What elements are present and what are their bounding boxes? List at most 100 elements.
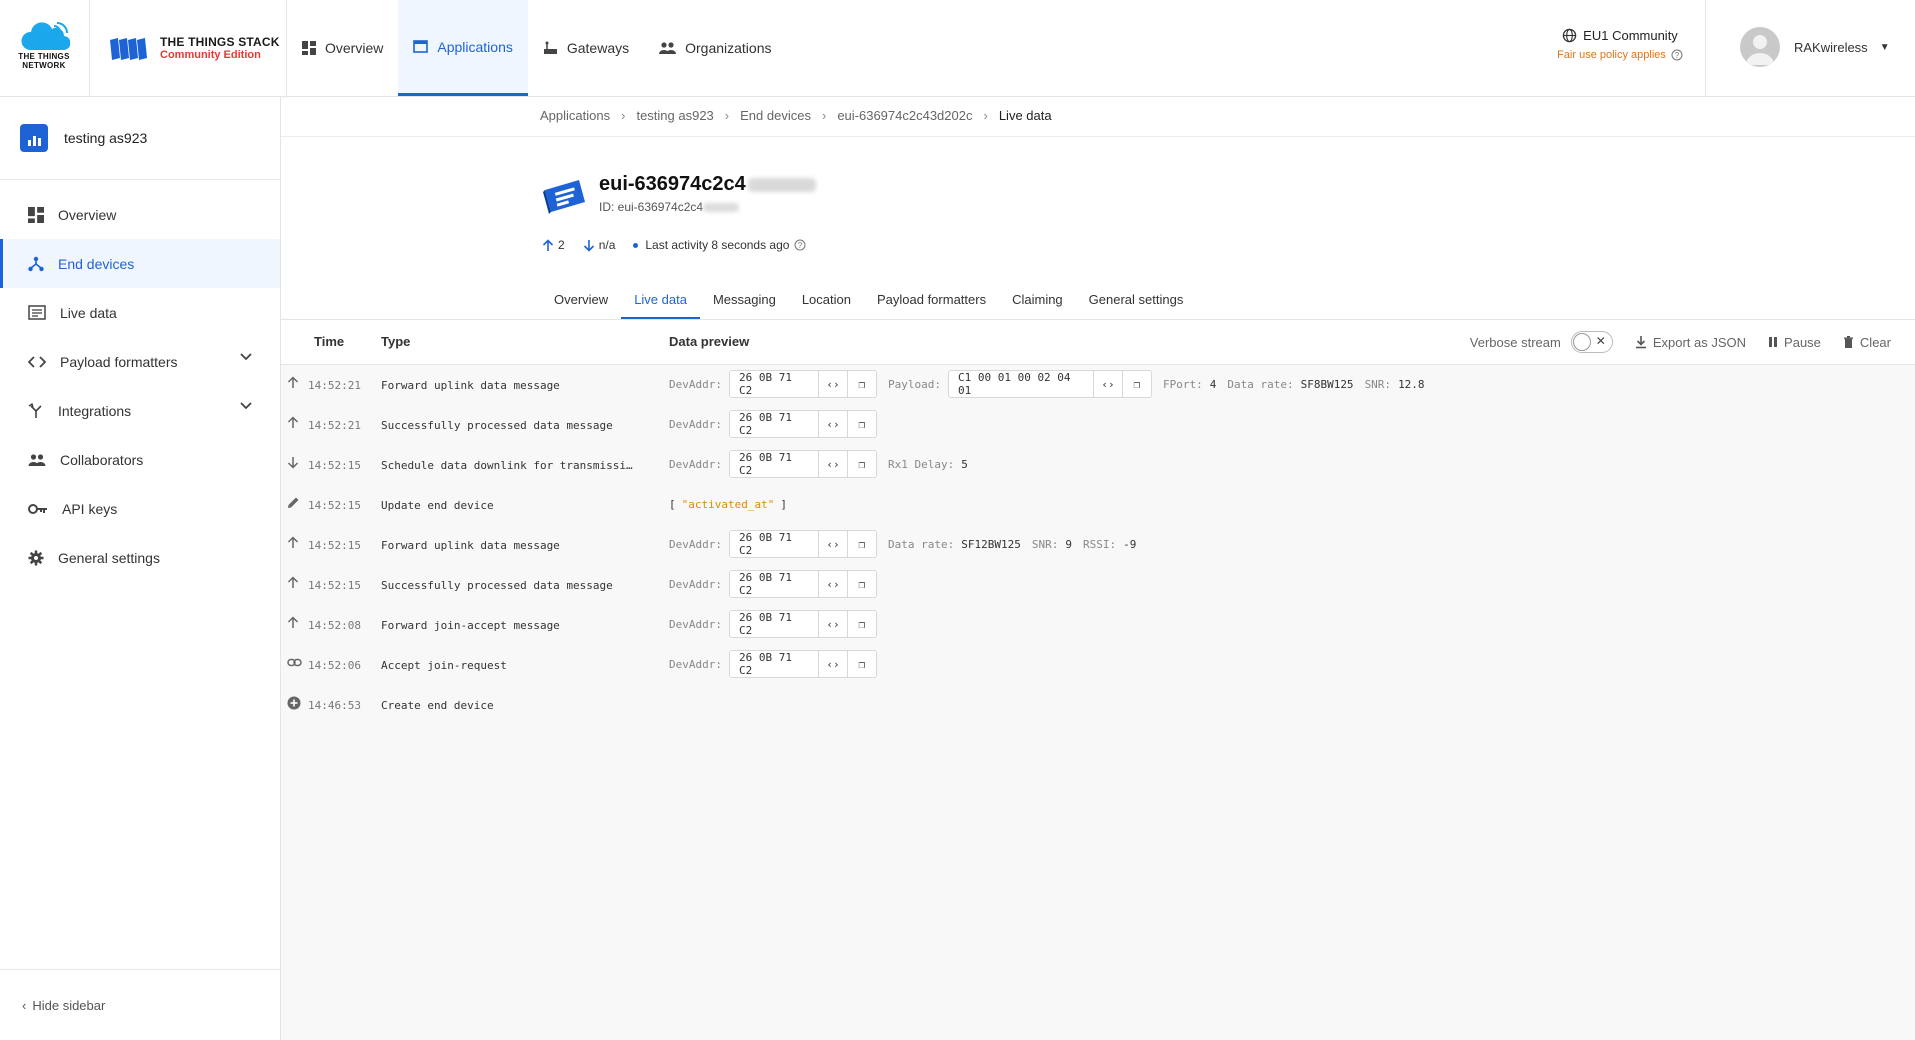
sidebar-item-collaborators[interactable]: Collaborators [0, 435, 280, 484]
event-row[interactable]: 14:52:15 Update end device [ "activated_… [281, 484, 1915, 524]
nav-gateways[interactable]: Gateways [528, 0, 644, 96]
arrow-up-icon [287, 576, 299, 588]
event-row[interactable]: 14:52:21 Successfully processed data mes… [281, 404, 1915, 444]
device-board-icon [543, 180, 585, 214]
event-row[interactable]: 14:52:15 Successfully processed data mes… [281, 564, 1915, 604]
breadcrumb-end-devices[interactable]: End devices [740, 108, 811, 123]
hide-sidebar-button[interactable]: ‹ Hide sidebar [0, 969, 280, 1040]
data-rate-value: SF8BW125 [1300, 377, 1354, 391]
event-row[interactable]: 14:52:15 Forward uplink data message Dev… [281, 524, 1915, 564]
event-row[interactable]: 14:52:15 Schedule data downlink for tran… [281, 444, 1915, 484]
sidebar: testing as923 Overview End devices Live … [0, 97, 281, 1040]
code-toggle-icon[interactable]: ‹› [817, 531, 847, 557]
event-type: Create end device [381, 699, 494, 712]
ttn-logo[interactable]: THE THINGS NETWORK [14, 22, 74, 74]
avatar [1740, 27, 1780, 67]
nav-overview[interactable]: Overview [287, 0, 398, 96]
code-toggle-icon[interactable]: ‹› [817, 611, 847, 637]
copy-icon[interactable]: ❐ [1121, 371, 1151, 397]
sidebar-item-overview[interactable]: Overview [0, 190, 280, 239]
breadcrumb-device[interactable]: eui-636974c2c43d202c [837, 108, 972, 123]
code-icon [28, 355, 46, 368]
nav-organizations[interactable]: Organizations [644, 0, 786, 96]
tts-logo[interactable]: THE THINGS STACK Community Edition [108, 30, 280, 66]
tab-messaging[interactable]: Messaging [700, 282, 789, 316]
devaddr-box: 26 0B 71 C2 ‹› ❐ [728, 410, 877, 438]
data-preview: DevAddr: 26 0B 71 C2 ‹› ❐ [669, 410, 888, 438]
event-row[interactable]: 14:52:21 Forward uplink data message Dev… [281, 364, 1915, 404]
help-icon: ? [1671, 49, 1683, 61]
fair-use-link[interactable]: Fair use policy applies [1557, 49, 1666, 61]
arrow-up-icon [287, 376, 299, 388]
copy-icon[interactable]: ❐ [846, 451, 876, 477]
user-menu[interactable]: RAKwireless ▼ [1740, 26, 1890, 68]
sidebar-item-integrations[interactable]: Integrations [0, 386, 280, 435]
app-chart-icon [20, 124, 48, 152]
bracket-open: [ [669, 497, 676, 511]
code-toggle-icon[interactable]: ‹› [817, 371, 847, 397]
tab-live-data[interactable]: Live data [621, 282, 700, 320]
event-time: 14:52:15 [308, 579, 361, 592]
username: RAKwireless [1794, 39, 1868, 55]
copy-icon[interactable]: ❐ [846, 611, 876, 637]
event-row[interactable]: 14:52:06 Accept join-request DevAddr: 26… [281, 644, 1915, 684]
sidebar-app-header[interactable]: testing as923 [0, 97, 280, 180]
clear-button[interactable]: Clear [1843, 335, 1891, 350]
live-data-toolbar: Verbose stream ✕ Export as JSON Pause Cl… [1470, 331, 1891, 353]
payload-box: C1 00 01 00 02 04 01 ‹› ❐ [947, 370, 1152, 398]
sidebar-item-api-keys[interactable]: API keys [0, 484, 280, 533]
svg-text:?: ? [798, 241, 803, 250]
copy-icon[interactable]: ❐ [846, 531, 876, 557]
region-name: EU1 Community [1583, 28, 1678, 43]
event-type: Successfully processed data message [381, 579, 613, 592]
devices-tree-icon [28, 256, 44, 271]
devaddr-value: 26 0B 71 C2 [738, 571, 792, 597]
arrow-up-icon [287, 416, 299, 428]
code-toggle-icon[interactable]: ‹› [817, 411, 847, 437]
breadcrumb-applications[interactable]: Applications [540, 108, 610, 123]
data-preview: DevAddr: 26 0B 71 C2 ‹› ❐ [669, 610, 888, 638]
arrow-up-icon [287, 536, 299, 548]
breadcrumb-current: Live data [998, 108, 1052, 123]
code-toggle-icon[interactable]: ‹› [1092, 371, 1122, 397]
devaddr-box: 26 0B 71 C2 ‹› ❐ [728, 650, 877, 678]
event-row[interactable]: 14:46:53 Create end device [281, 684, 1915, 724]
tab-claiming[interactable]: Claiming [999, 282, 1076, 316]
divider [1705, 0, 1706, 96]
copy-icon[interactable]: ❐ [846, 651, 876, 677]
verbose-stream-toggle[interactable]: ✕ [1570, 331, 1613, 353]
application-icon [413, 40, 429, 53]
tab-payload-formatters[interactable]: Payload formatters [864, 282, 999, 316]
pencil-icon [288, 497, 299, 508]
breadcrumb-application[interactable]: testing as923 [636, 108, 713, 123]
export-json-button[interactable]: Export as JSON [1635, 335, 1746, 350]
sidebar-item-end-devices[interactable]: End devices [0, 239, 280, 288]
copy-icon[interactable]: ❐ [846, 371, 876, 397]
copy-icon[interactable]: ❐ [846, 571, 876, 597]
region-selector[interactable]: EU1 Community Fair use policy applies ? [1545, 28, 1695, 61]
tab-general-settings[interactable]: General settings [1076, 282, 1197, 316]
code-toggle-icon[interactable]: ‹› [817, 571, 847, 597]
tab-location[interactable]: Location [789, 282, 864, 316]
gear-icon [28, 550, 44, 565]
sidebar-item-live-data[interactable]: Live data [0, 288, 280, 337]
code-toggle-icon[interactable]: ‹› [817, 651, 847, 677]
pause-button[interactable]: Pause [1768, 335, 1821, 350]
devaddr-label: DevAddr: [669, 377, 722, 391]
chevron-right-icon: › [821, 108, 827, 123]
column-time: Time [314, 334, 345, 349]
help-icon[interactable]: ? [794, 239, 806, 251]
sidebar-item-general-settings[interactable]: General settings [0, 533, 280, 582]
sidebar-item-payload-formatters[interactable]: Payload formatters [0, 337, 280, 386]
data-preview: DevAddr: 26 0B 71 C2 ‹› ❐ Data rate: SF1… [669, 530, 1137, 558]
nav-applications[interactable]: Applications [398, 0, 528, 96]
device-header: eui-636974c2c4 ID: eui-636974c2c4 [541, 172, 816, 216]
copy-icon[interactable]: ❐ [846, 411, 876, 437]
tab-overview[interactable]: Overview [541, 282, 621, 316]
code-toggle-icon[interactable]: ‹› [817, 451, 847, 477]
arrow-up-icon [542, 238, 554, 251]
event-type: Accept join-request [381, 659, 507, 672]
event-type: Forward join-accept message [381, 619, 560, 632]
arrow-down-icon [287, 457, 299, 469]
event-row[interactable]: 14:52:08 Forward join-accept message Dev… [281, 604, 1915, 644]
